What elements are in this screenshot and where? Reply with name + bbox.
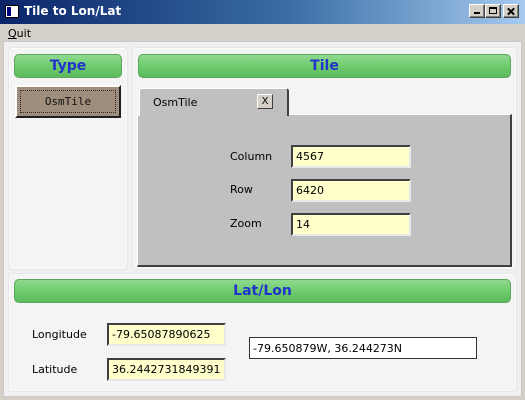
row-input[interactable]: 6420 bbox=[291, 179, 411, 202]
tile-header: Tile bbox=[138, 54, 511, 78]
longitude-label: Longitude bbox=[32, 328, 87, 341]
latitude-label: Latitude bbox=[32, 363, 78, 376]
latlon-header: Lat/Lon bbox=[14, 279, 511, 303]
app-window-icon bbox=[5, 5, 19, 18]
tab-osmtile-label: OsmTile bbox=[153, 96, 198, 109]
quit-mnemonic: Q bbox=[8, 27, 17, 40]
title-bar[interactable]: Tile to Lon/Lat bbox=[0, 0, 525, 24]
minimize-icon[interactable] bbox=[469, 4, 485, 18]
maximize-icon[interactable] bbox=[485, 4, 501, 18]
type-header: Type bbox=[14, 54, 122, 78]
menu-item-quit[interactable]: Quit bbox=[8, 27, 31, 40]
tab-close-label: X bbox=[261, 96, 269, 107]
longitude-input[interactable]: -79.65087890625 bbox=[107, 323, 226, 346]
zoom-input[interactable]: 14 bbox=[291, 213, 411, 236]
window-title: Tile to Lon/Lat bbox=[24, 4, 122, 18]
column-label: Column bbox=[230, 150, 273, 163]
quit-label-rest: uit bbox=[16, 27, 32, 40]
type-panel bbox=[8, 47, 128, 270]
close-icon[interactable] bbox=[503, 4, 519, 18]
combined-latlon-output[interactable]: -79.650879W, 36.244273N bbox=[249, 337, 477, 359]
zoom-label: Zoom bbox=[230, 217, 262, 230]
row-label: Row bbox=[230, 183, 253, 196]
latitude-input[interactable]: 36.2442731849391 bbox=[107, 358, 226, 381]
tab-close-button[interactable]: X bbox=[257, 94, 273, 109]
osmtile-type-button[interactable]: OsmTile bbox=[15, 85, 121, 118]
osmtile-type-button-label: OsmTile bbox=[44, 95, 92, 108]
column-input[interactable]: 4567 bbox=[291, 145, 411, 168]
